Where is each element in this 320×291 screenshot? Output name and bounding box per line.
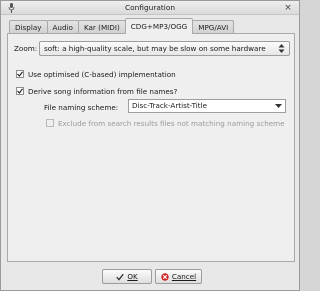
cancel-icon [161, 272, 169, 281]
check-icon [116, 273, 125, 281]
cancel-label: Cancel [171, 272, 197, 281]
tab-mpg-avi[interactable]: MPG/AVI [192, 20, 235, 34]
derive-option[interactable]: Derive song information from file names? [16, 86, 177, 96]
configuration-dialog: Configuration × Display Audio Kar (MIDI)… [0, 0, 300, 291]
window-title: Configuration [124, 3, 176, 12]
tab-audio[interactable]: Audio [46, 20, 79, 34]
naming-scheme-select[interactable]: Disc-Track-Artist-Title [128, 99, 286, 113]
derive-checkbox[interactable] [16, 87, 24, 95]
close-icon[interactable]: × [283, 3, 293, 13]
optimised-checkbox[interactable] [16, 70, 24, 78]
tab-panel: Zoom: soft: a high-quality scale, but ma… [7, 33, 295, 262]
ok-button[interactable]: OK [102, 269, 152, 284]
title-bar[interactable]: Configuration × [1, 1, 299, 15]
optimised-option[interactable]: Use optimised (C-based) implementation [16, 69, 176, 79]
tab-bar: Display Audio Kar (MIDI) CDG+MP3/OGG MPG… [9, 18, 235, 34]
cancel-button[interactable]: Cancel [155, 269, 202, 284]
exclude-option: Exclude from search results files not ma… [46, 118, 285, 128]
tab-display[interactable]: Display [9, 20, 48, 34]
exclude-label: Exclude from search results files not ma… [58, 118, 285, 128]
spin-updown-icon [278, 44, 285, 53]
checkmark-icon [17, 88, 23, 94]
derive-label: Derive song information from file names? [28, 86, 178, 96]
naming-scheme-label: File naming scheme: [44, 103, 119, 112]
chevron-down-icon [275, 104, 282, 108]
optimised-label: Use optimised (C-based) implementation [28, 69, 176, 79]
zoom-value: soft: a high-quality scale, but may be s… [44, 44, 266, 53]
zoom-select[interactable]: soft: a high-quality scale, but may be s… [39, 41, 290, 56]
ok-label: OK [127, 272, 138, 281]
naming-scheme-value: Disc-Track-Artist-Title [132, 101, 207, 110]
zoom-label: Zoom: [14, 44, 38, 53]
tab-kar-midi[interactable]: Kar (MIDI) [77, 20, 126, 34]
tab-cdg-mp3-ogg[interactable]: CDG+MP3/OGG [124, 18, 194, 34]
checkmark-icon [17, 71, 23, 77]
exclude-checkbox [46, 119, 54, 127]
